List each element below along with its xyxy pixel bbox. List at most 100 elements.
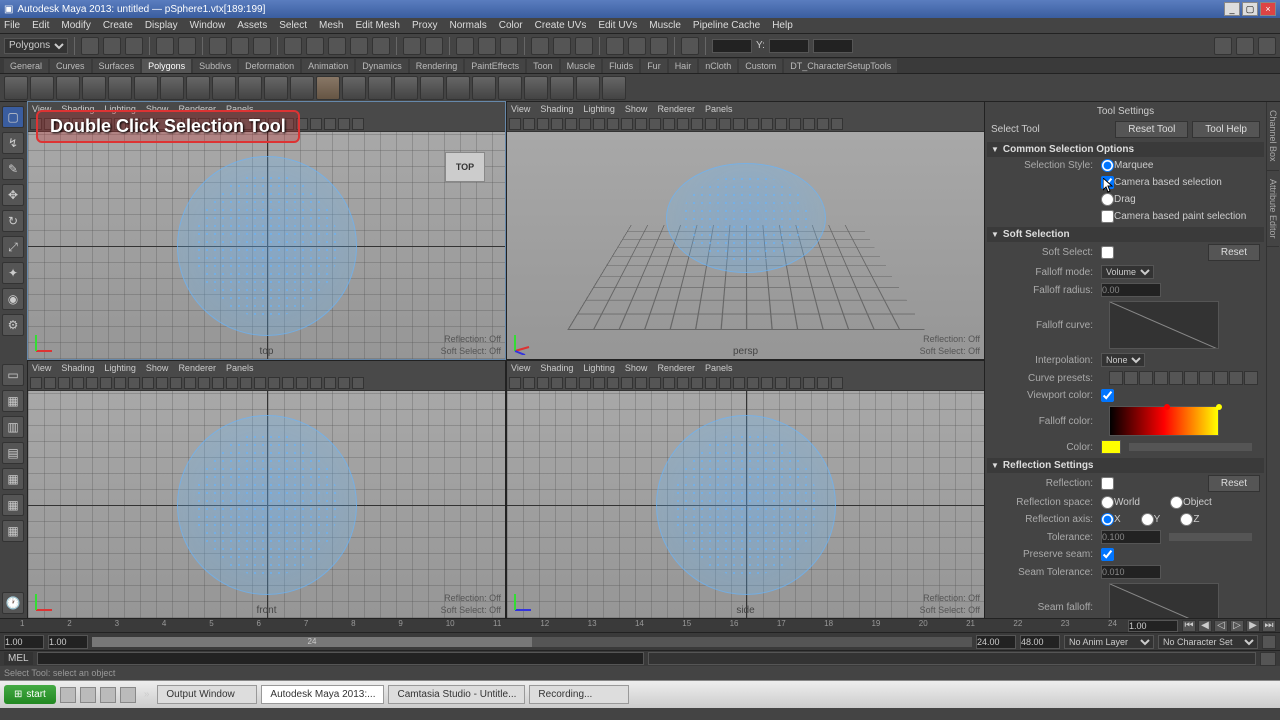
vp-btn[interactable] [705,377,717,389]
time-slider[interactable]: 123456789101112131415161718192021222324 … [0,618,1280,632]
current-frame-input[interactable] [1128,620,1178,632]
menu-normals[interactable]: Normals [450,20,487,31]
menu-create-uvs[interactable]: Create UVs [535,20,587,31]
vp-btn[interactable] [607,118,619,130]
vp-btn[interactable] [142,377,154,389]
marquee-radio[interactable] [1101,159,1114,172]
soft-select-checkbox[interactable] [1101,246,1114,259]
shelf-tab-fur[interactable]: Fur [641,59,667,73]
vp-btn[interactable] [226,377,238,389]
common-options-header[interactable]: Common Selection Options [987,142,1264,157]
vp-btn[interactable] [44,377,56,389]
select-tool[interactable]: ▢ [2,106,24,128]
menu-assets[interactable]: Assets [237,20,267,31]
shelf-button[interactable] [160,76,184,100]
camera-based-checkbox[interactable] [1101,176,1114,189]
falloff-mode-select[interactable]: Volume [1101,265,1154,279]
undo-button[interactable] [156,37,174,55]
move-tool[interactable]: ✥ [2,184,24,206]
vp-btn[interactable] [789,377,801,389]
quick-launch-icon[interactable] [120,687,136,703]
vp-btn[interactable] [72,377,84,389]
rotate-tool[interactable]: ↻ [2,210,24,232]
range-end-input[interactable] [1020,635,1060,649]
menu-proxy[interactable]: Proxy [412,20,438,31]
vp-btn[interactable] [100,377,112,389]
shelf-button[interactable] [264,76,288,100]
vp-btn[interactable] [310,377,322,389]
axis-z-radio[interactable] [1180,513,1193,526]
time-icon[interactable]: 🕐 [2,592,24,614]
start-button[interactable]: ⊞start [4,685,56,704]
world-radio[interactable] [1101,496,1114,509]
vp-btn[interactable] [621,118,633,130]
vp-btn[interactable] [338,118,350,130]
shelf-button[interactable] [524,76,548,100]
range-start-input[interactable] [4,635,44,649]
viewport-persp[interactable]: ViewShadingLightingShowRendererPanels pe… [507,102,984,359]
vp-btn[interactable] [565,118,577,130]
paint-select-button[interactable] [681,37,699,55]
shelf-tab-surfaces[interactable]: Surfaces [93,59,141,73]
range-track[interactable]: 24 [92,637,972,647]
vp-menu-shading[interactable]: Shading [540,104,573,114]
vp-btn[interactable] [86,377,98,389]
vp-btn[interactable] [649,118,661,130]
vp-btn[interactable] [310,118,322,130]
viewport-side-canvas[interactable]: side Reflection: OffSoft Select: Off [507,391,984,618]
taskbar-item[interactable]: Output Window [157,685,257,704]
vp-btn[interactable] [156,377,168,389]
tool-help-button[interactable]: Tool Help [1192,121,1260,138]
vp-btn[interactable] [170,377,182,389]
command-input[interactable] [37,652,645,665]
falloff-curve-editor[interactable] [1109,301,1219,349]
vp-btn[interactable] [733,377,745,389]
vp-menu-view[interactable]: View [32,363,51,373]
vp-btn[interactable] [691,118,703,130]
vp-btn[interactable] [579,118,591,130]
vp-btn[interactable] [523,377,535,389]
step-forward-button[interactable]: ▶ [1246,620,1260,632]
preset-button[interactable] [1139,371,1153,385]
snap-live-button[interactable] [372,37,390,55]
shelf-button[interactable] [212,76,236,100]
vp-btn[interactable] [551,118,563,130]
shelf-button[interactable] [550,76,574,100]
preset-button[interactable] [1109,371,1123,385]
viewport-persp-canvas[interactable]: persp Reflection: OffSoft Select: Off [507,132,984,359]
soft-selection-header[interactable]: Soft Selection [987,227,1264,242]
play-back-button[interactable]: ◁ [1214,620,1228,632]
quick-launch-icon[interactable] [80,687,96,703]
shelf-button[interactable] [576,76,600,100]
vp-btn[interactable] [817,118,829,130]
vp-menu-show[interactable]: Show [625,104,648,114]
play-forward-button[interactable]: ▷ [1230,620,1244,632]
vp-menu-lighting[interactable]: Lighting [583,104,615,114]
vp-menu-lighting[interactable]: Lighting [583,363,615,373]
menu-modify[interactable]: Modify [61,20,90,31]
vp-btn[interactable] [621,377,633,389]
channel-box-tab[interactable]: Channel Box [1267,102,1279,171]
input-mode-button[interactable] [531,37,549,55]
vp-btn[interactable] [184,377,196,389]
viewport-color-checkbox[interactable] [1101,389,1114,402]
vp-btn[interactable] [30,377,42,389]
vp-btn[interactable] [324,377,336,389]
shelf-button[interactable] [420,76,444,100]
preset-button[interactable] [1229,371,1243,385]
goto-end-button[interactable]: ⏭ [1262,620,1276,632]
preset-button[interactable] [1214,371,1228,385]
history-button[interactable] [425,37,443,55]
vp-btn[interactable] [747,377,759,389]
vp-menu-panels[interactable]: Panels [705,104,733,114]
vp-btn[interactable] [803,377,815,389]
save-scene-button[interactable] [125,37,143,55]
ipr-button[interactable] [478,37,496,55]
vp-menu-lighting[interactable]: Lighting [104,363,136,373]
render-settings-button[interactable] [500,37,518,55]
sidebar-toggle-3[interactable] [1258,37,1276,55]
shelf-button[interactable] [342,76,366,100]
axis-x-radio[interactable] [1101,513,1114,526]
shelf-tab-polygons[interactable]: Polygons [142,59,191,73]
new-scene-button[interactable] [81,37,99,55]
